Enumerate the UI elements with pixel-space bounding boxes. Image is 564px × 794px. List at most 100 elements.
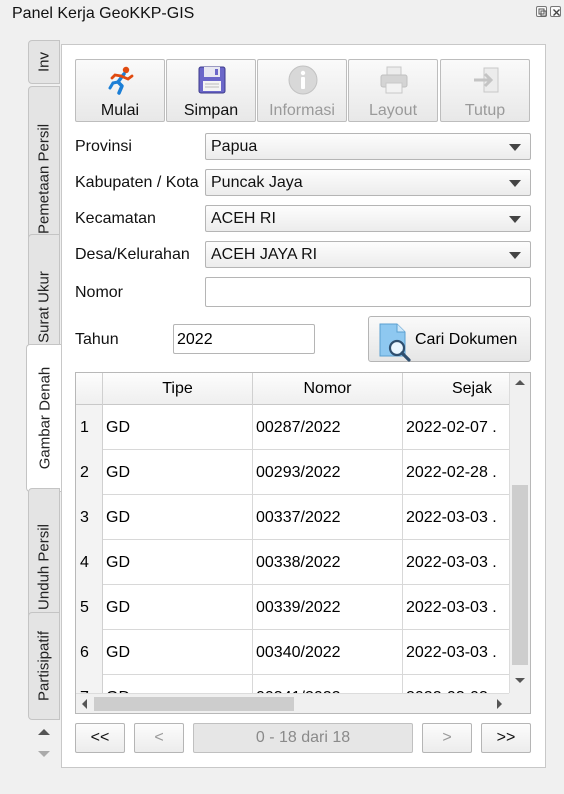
tab-label: Partisipatif <box>35 630 53 702</box>
printer-icon <box>380 66 408 94</box>
tahun-value: 2022 <box>177 331 213 348</box>
cell-sejak: 2022-03-03 . <box>406 554 497 571</box>
table-row[interactable]: 1 GD 00287/2022 2022-02-07 . <box>76 405 510 450</box>
cell-sejak: 2022-03-03 . <box>406 644 497 661</box>
info-icon <box>288 65 318 95</box>
cell-tipe: GD <box>103 495 253 540</box>
row-number: 1 <box>76 405 103 450</box>
tahun-input[interactable]: 2022 <box>173 324 315 354</box>
desa-value: ACEH JAYA RI <box>211 246 318 263</box>
last-page-button[interactable]: >> <box>481 723 531 753</box>
layout-button[interactable]: Layout <box>348 59 438 122</box>
cell-nomor: 00341/2022 <box>253 675 403 695</box>
table-horizontal-scrollbar[interactable] <box>76 693 510 713</box>
table-horizontal-scroll-thumb[interactable] <box>94 697 294 711</box>
row-number: 3 <box>76 495 103 540</box>
cari-dokumen-button[interactable]: Cari Dokumen <box>368 316 531 362</box>
cell-tipe: GD <box>103 585 253 630</box>
tahun-label: Tahun <box>75 331 119 348</box>
provinsi-label: Provinsi <box>75 138 132 155</box>
scroll-left-icon[interactable] <box>79 698 89 710</box>
cell-sejak: 2022-02-07 . <box>406 419 497 436</box>
page-info: 0 - 18 dari 18 <box>193 723 413 753</box>
cell-nomor: 00337/2022 <box>253 495 403 540</box>
simpan-button[interactable]: Simpan <box>166 59 256 122</box>
table-row[interactable]: 3 GD 00337/2022 2022-03-03 . <box>76 495 510 540</box>
next-page-button[interactable]: > <box>422 723 472 753</box>
tab-scroll-arrows <box>26 720 62 766</box>
cell-nomor: 00293/2022 <box>253 450 403 495</box>
cell-tipe: GD <box>103 630 253 675</box>
table-row[interactable]: 7 GD 00341/2022 2022-03-03 . <box>76 675 510 695</box>
table-vertical-scrollbar[interactable] <box>509 373 530 693</box>
tab-scroll-down-icon[interactable] <box>30 744 58 764</box>
floppy-disk-icon <box>198 66 226 94</box>
tab-partisipatif[interactable]: Partisipatif <box>28 612 60 720</box>
desa-label: Desa/Kelurahan <box>75 246 190 263</box>
desa-select[interactable]: ACEH JAYA RI <box>205 241 531 268</box>
nomor-input[interactable] <box>205 277 531 307</box>
column-header-sejak[interactable]: Sejak <box>403 373 523 405</box>
nomor-label: Nomor <box>75 284 124 301</box>
row-number: 2 <box>76 450 103 495</box>
prev-page-button[interactable]: < <box>134 723 184 753</box>
tab-inv[interactable]: Inv <box>28 40 60 84</box>
chevron-down-icon <box>509 252 521 259</box>
scroll-up-icon[interactable] <box>513 377 527 387</box>
tab-label: Surat Ukur <box>35 271 53 343</box>
kabupaten-select[interactable]: Puncak Jaya <box>205 169 531 196</box>
tab-label: Pemetaan Persil <box>35 123 53 235</box>
column-header-nomor[interactable]: Nomor <box>253 373 403 405</box>
side-tab-strip: Inv Pemetaan Persil Surat Ukur Gambar De… <box>26 40 62 720</box>
row-number: 4 <box>76 540 103 585</box>
cell-nomor: 00339/2022 <box>253 585 403 630</box>
cell-sejak: 2022-03-03 . <box>406 599 497 616</box>
kabupaten-label: Kabupaten / Kota <box>75 174 199 191</box>
provinsi-select[interactable]: Papua <box>205 133 531 160</box>
provinsi-value: Papua <box>211 138 258 155</box>
table-row[interactable]: 2 GD 00293/2022 2022-02-28 . <box>76 450 510 495</box>
first-page-button[interactable]: << <box>75 723 125 753</box>
tab-label: Gambar Denah <box>36 366 53 470</box>
cari-dokumen-label: Cari Dokumen <box>415 331 518 348</box>
window-title: Panel Kerja GeoKKP-GIS <box>12 5 195 22</box>
float-panel-icon[interactable] <box>536 6 547 17</box>
table-row[interactable]: 6 GD 00340/2022 2022-03-03 . <box>76 630 510 675</box>
simpan-label: Simpan <box>183 102 239 119</box>
close-panel-icon[interactable] <box>550 6 561 17</box>
row-number: 7 <box>76 675 103 695</box>
kabupaten-value: Puncak Jaya <box>211 174 303 191</box>
informasi-button[interactable]: Informasi <box>257 59 347 122</box>
table-header: Tipe Nomor Sejak <box>76 373 523 405</box>
table-row[interactable]: 4 GD 00338/2022 2022-03-03 . <box>76 540 510 585</box>
cell-sejak: 2022-02-28 . <box>406 464 497 481</box>
informasi-label: Informasi <box>269 102 335 119</box>
exit-icon <box>474 67 499 93</box>
kecamatan-label: Kecamatan <box>75 210 156 227</box>
chevron-down-icon <box>509 144 521 151</box>
cell-sejak: 2022-03-03 . <box>403 675 510 695</box>
tab-scroll-up-icon[interactable] <box>30 722 58 742</box>
cell-nomor: 00287/2022 <box>253 405 403 450</box>
table-vertical-scroll-thumb[interactable] <box>512 485 528 665</box>
cell-sejak: 2022-03-03 . <box>406 509 497 526</box>
results-table: Tipe Nomor Sejak 1 GD 00287/2022 2022-02… <box>75 372 531 714</box>
tab-gambar-denah[interactable]: Gambar Denah <box>26 344 62 492</box>
tab-label: Unduh Persil <box>35 524 53 610</box>
mulai-button[interactable]: Mulai <box>75 59 165 122</box>
tutup-button[interactable]: Tutup <box>440 59 530 122</box>
chevron-down-icon <box>509 180 521 187</box>
layout-label: Layout <box>368 102 418 119</box>
tab-label: Inv <box>35 51 53 73</box>
column-header-tipe[interactable]: Tipe <box>103 373 253 405</box>
scroll-down-icon[interactable] <box>513 676 527 686</box>
scrollbar-corner <box>509 693 530 713</box>
corner-header <box>76 373 103 405</box>
table-row[interactable]: 5 GD 00339/2022 2022-03-03 . <box>76 585 510 630</box>
row-number: 5 <box>76 585 103 630</box>
cell-tipe: GD <box>103 450 253 495</box>
cell-nomor: 00340/2022 <box>253 630 403 675</box>
kecamatan-select[interactable]: ACEH RI <box>205 205 531 232</box>
scroll-right-icon[interactable] <box>495 698 505 710</box>
chevron-down-icon <box>509 216 521 223</box>
